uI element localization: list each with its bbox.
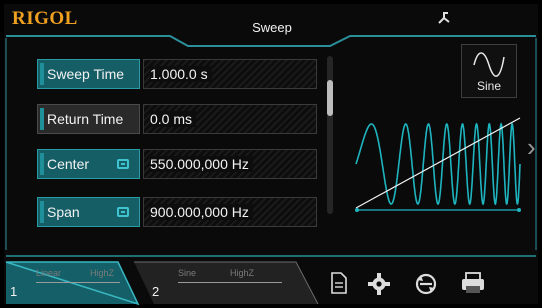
gear-icon[interactable] xyxy=(368,273,390,300)
channel-mode: Linear xyxy=(36,268,62,278)
refresh-icon[interactable] xyxy=(414,272,438,301)
channel-2-tab[interactable]: 2 Sine HighZ xyxy=(148,262,298,304)
channel-load: HighZ xyxy=(230,268,255,278)
channel-number: 1 xyxy=(10,284,18,299)
channel-mode: Sine xyxy=(178,268,197,278)
channel-underline xyxy=(36,282,120,283)
channel-underline xyxy=(178,282,282,283)
channel-1-tab[interactable]: 1 Linear HighZ xyxy=(6,262,126,304)
printer-icon[interactable] xyxy=(460,272,486,299)
channel-number: 2 xyxy=(152,284,160,299)
channel-load: HighZ xyxy=(90,268,115,278)
document-icon[interactable] xyxy=(330,272,348,299)
